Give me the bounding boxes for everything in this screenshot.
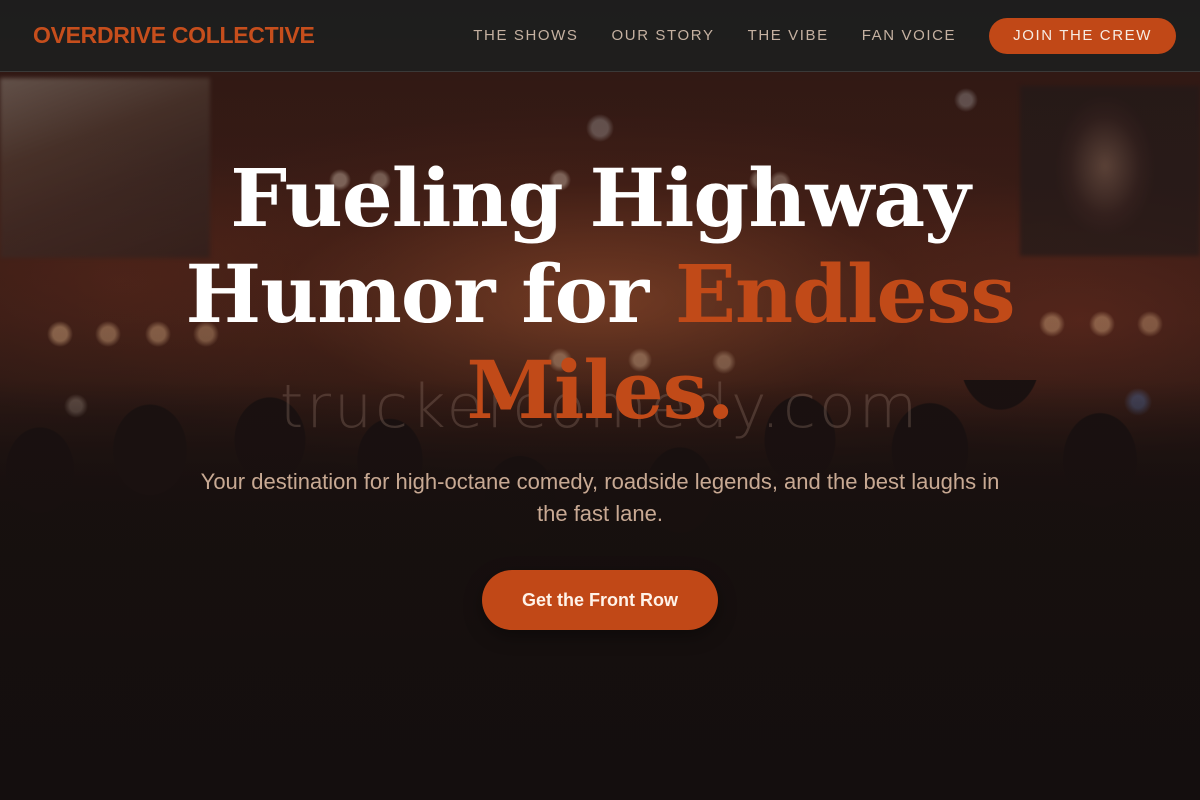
hero-title-line2: Humor for [185,247,650,341]
hero-subtitle: Your destination for high-octane comedy,… [200,469,1000,526]
main-nav: THE SHOWS OUR STORY THE VIBE FAN VOICE J… [473,17,1176,54]
get-front-row-button[interactable]: Get the Front Row [482,570,718,630]
join-the-crew-button[interactable]: JOIN THE CREW [989,17,1176,54]
brand-logo[interactable]: OVERDRIVE COLLECTIVE [33,22,315,49]
hero-title-line1: Fueling Highway [230,151,970,245]
nav-link-fan-voice[interactable]: FAN VOICE [862,27,956,44]
nav-link-the-vibe[interactable]: THE VIBE [748,27,829,44]
hero-title: Fueling Highway Humor for Endless Miles. [50,150,1150,438]
hero-section: Fueling Highway Humor for Endless Miles.… [0,150,1200,630]
site-header: OVERDRIVE COLLECTIVE THE SHOWS OUR STORY… [0,0,1200,72]
nav-link-our-story[interactable]: OUR STORY [612,27,715,44]
nav-link-the-shows[interactable]: THE SHOWS [473,27,578,44]
